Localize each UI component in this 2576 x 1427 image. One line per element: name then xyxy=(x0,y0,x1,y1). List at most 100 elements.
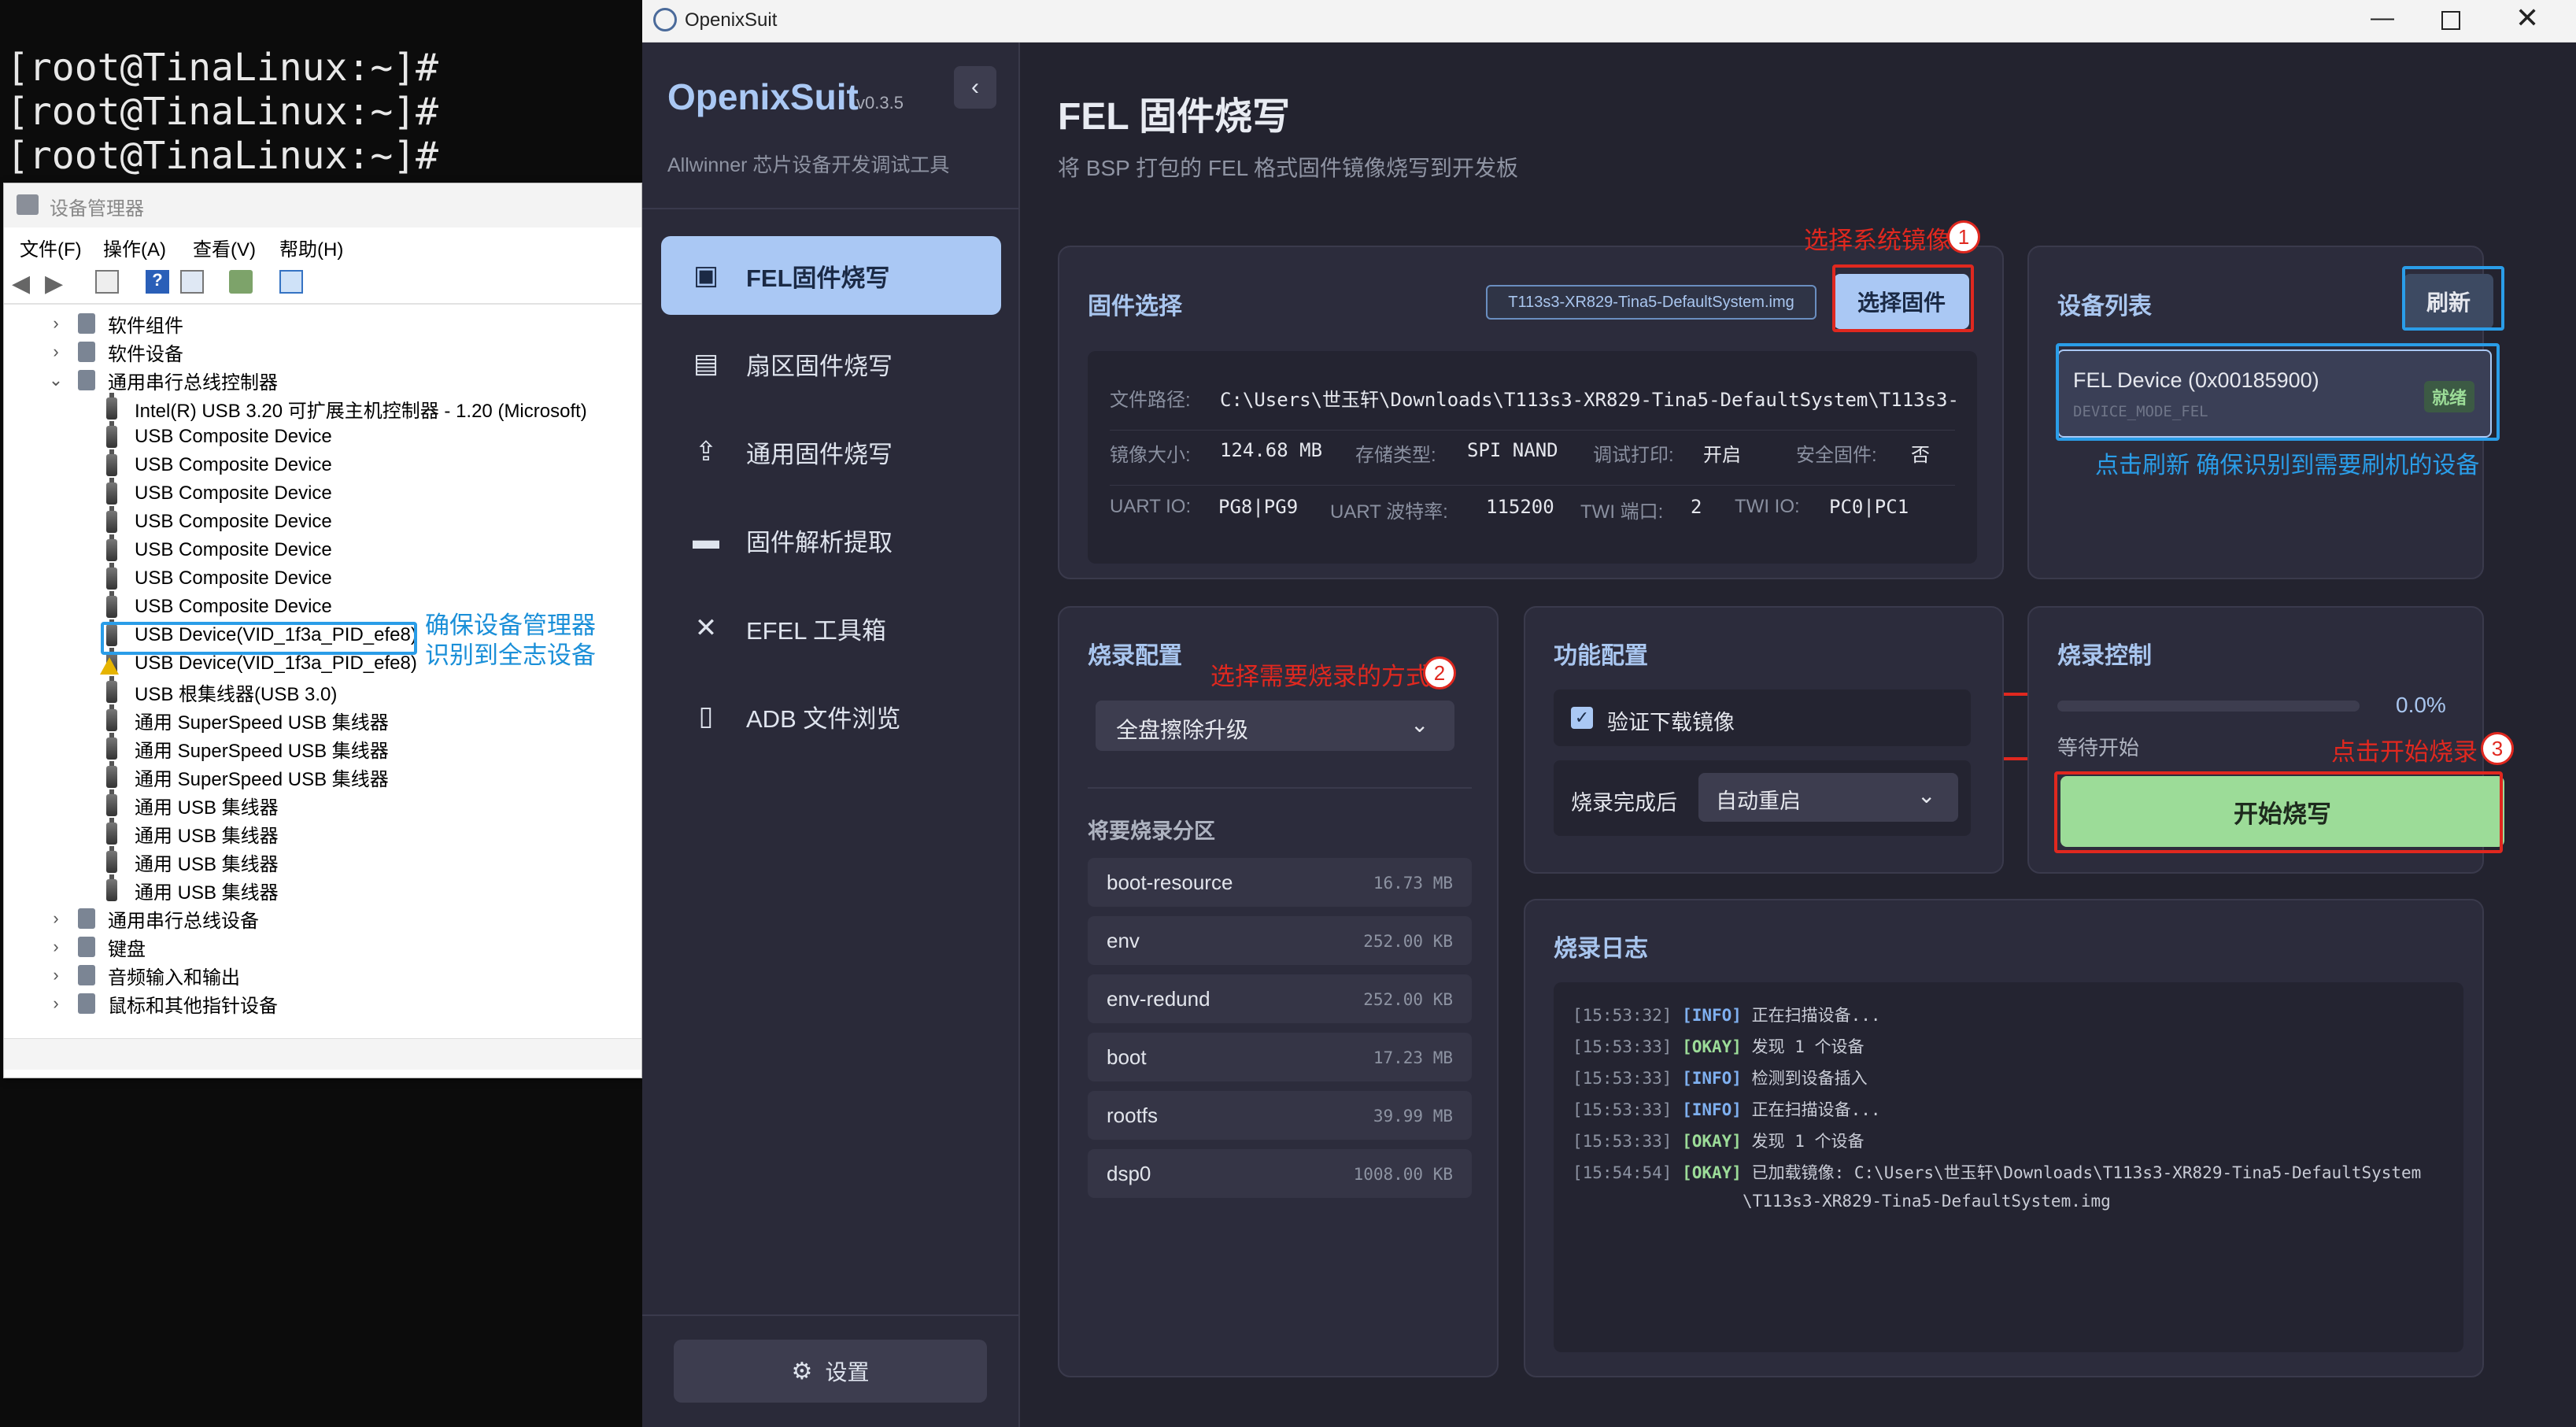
tree-item[interactable]: 通用 USB 集线器 xyxy=(106,846,279,876)
app-version: v0.3.5 xyxy=(856,93,904,113)
log-timestamp: [15:53:33] xyxy=(1573,1037,1683,1056)
tree-item[interactable]: › 软件组件 xyxy=(48,309,183,338)
partition-list: boot-resource 16.73 MB env 252.00 KB env-red… xyxy=(1088,858,1472,1204)
minimize-icon[interactable]: — xyxy=(2371,5,2394,31)
monitor-icon[interactable] xyxy=(279,270,303,294)
partition-name: env-redund xyxy=(1107,987,1210,1011)
nav-item[interactable]: ▬ 固件解析提取 xyxy=(661,501,1001,579)
chevron-right-icon[interactable]: › xyxy=(48,965,64,985)
tree-item[interactable]: 通用 USB 集线器 xyxy=(106,818,279,848)
device-highlight-box xyxy=(101,622,417,655)
refresh-annotation: 点击刷新 确保识别到需要刷机的设备 xyxy=(2095,453,2480,479)
window-titlebar[interactable]: OpenixSuit — ✕ xyxy=(642,0,2576,43)
menu-view[interactable]: 查看(V) xyxy=(193,234,256,261)
menu-action[interactable]: 操作(A) xyxy=(103,234,166,261)
tree-item-label: 鼠标和其他指针设备 xyxy=(108,995,278,1017)
log-line: [15:53:33] [OKAY] 发现 1 个设备 xyxy=(1573,1034,1865,1058)
log-timestamp: [15:54:54] xyxy=(1573,1163,1683,1182)
device-category-icon xyxy=(78,965,95,985)
device-highlight-box xyxy=(2056,343,2500,441)
collapse-sidebar-button[interactable]: ‹ xyxy=(954,66,996,109)
step-number-badge: 3 xyxy=(2481,732,2514,765)
menu-help[interactable]: 帮助(H) xyxy=(279,234,343,261)
tree-item[interactable]: USB Composite Device xyxy=(106,591,332,621)
scan-hardware-icon[interactable] xyxy=(229,270,253,294)
menu-file[interactable]: 文件(F) xyxy=(20,234,82,261)
tree-item[interactable]: USB Composite Device xyxy=(106,478,332,508)
tree-item[interactable]: USB Composite Device xyxy=(106,506,332,536)
sidebar-divider xyxy=(642,1314,1018,1316)
chevron-down-icon[interactable]: ⌄ xyxy=(48,370,64,390)
device-category-icon xyxy=(78,342,95,362)
properties-icon[interactable] xyxy=(95,270,119,294)
tree-item[interactable]: USB 根集线器(USB 3.0) xyxy=(106,676,337,706)
tree-item[interactable]: › 音频输入和输出 xyxy=(48,961,240,989)
window-title: OpenixSuit xyxy=(685,9,778,31)
tools-icon: ✕ xyxy=(694,613,718,643)
storage-value: SPI NAND xyxy=(1467,439,1558,461)
tree-item[interactable]: USB Composite Device xyxy=(106,534,332,564)
tree-item-label: 通用 SuperSpeed USB 集线器 xyxy=(135,712,389,734)
nav-item[interactable]: ▤ 扇区固件烧写 xyxy=(661,324,1001,403)
device-category-icon xyxy=(78,313,95,334)
tree-item[interactable]: › 鼠标和其他指针设备 xyxy=(48,989,278,1018)
tree-item[interactable]: 通用 SuperSpeed USB 集线器 xyxy=(106,733,389,763)
chevron-right-icon[interactable]: › xyxy=(48,937,64,957)
log-tag: [OKAY] xyxy=(1682,1037,1752,1056)
partition-name: rootfs xyxy=(1107,1104,1159,1127)
log-line: [15:53:33] [OKAY] 发现 1 个设备 xyxy=(1573,1129,1865,1152)
log-line: [15:53:33] [INFO] 检测到设备插入 xyxy=(1573,1066,1868,1089)
after-flash-select[interactable]: 自动重启 ⌄ xyxy=(1698,773,1958,822)
settings-button[interactable]: ⚙ 设置 xyxy=(674,1340,987,1403)
back-arrow-icon[interactable]: ◀ xyxy=(12,270,35,297)
after-flash-option: 烧录完成后 自动重启 ⌄ xyxy=(1554,760,1971,836)
device-manager-titlebar[interactable]: 设备管理器 xyxy=(4,183,641,227)
nav-item[interactable]: ⇪ 通用固件烧写 xyxy=(661,412,1001,491)
size-value: 124.68 MB xyxy=(1220,439,1323,461)
nav-item[interactable]: ▣ FEL固件烧写 xyxy=(661,236,1001,315)
tree-item[interactable]: ⌄ 通用串行总线控制器 xyxy=(48,366,278,394)
nav-item[interactable]: ▯ ADB 文件浏览 xyxy=(661,677,1001,756)
tree-item[interactable]: Intel(R) USB 3.20 可扩展主机控制器 - 1.20 (Micro… xyxy=(106,393,587,423)
maximize-icon[interactable] xyxy=(2441,11,2460,30)
partition-size: 17.23 MB xyxy=(1373,1048,1453,1067)
secure-label: 安全固件: xyxy=(1796,445,1877,466)
checkbox-checked-icon[interactable]: ✓ xyxy=(1571,707,1593,729)
tree-item[interactable]: 通用 USB 集线器 xyxy=(106,789,279,819)
usb-icon xyxy=(106,478,117,505)
usb-icon xyxy=(106,676,117,703)
path-label: 文件路径: xyxy=(1110,390,1191,411)
tree-item[interactable]: USB Composite Device xyxy=(106,421,332,451)
verify-option[interactable]: ✓ 验证下载镜像 xyxy=(1554,689,1971,746)
twi-io-value: PC0|PC1 xyxy=(1829,496,1909,518)
usb-icon xyxy=(106,591,117,618)
tree-item[interactable]: USB Composite Device xyxy=(106,563,332,593)
chevron-right-icon[interactable]: › xyxy=(48,342,64,362)
forward-arrow-icon[interactable]: ▶ xyxy=(45,270,68,297)
tree-item[interactable]: › 通用串行总线设备 xyxy=(48,904,259,933)
tree-item[interactable]: › 键盘 xyxy=(48,933,146,961)
tree-item[interactable]: 通用 USB 集线器 xyxy=(106,874,279,904)
log-output[interactable]: [15:53:32] [INFO] 正在扫描设备... [15:53:33] [O… xyxy=(1554,982,2463,1352)
verify-label: 验证下载镜像 xyxy=(1607,711,1735,734)
toolbar-divider xyxy=(4,303,641,305)
baud-value: 115200 xyxy=(1486,496,1554,518)
view-icon[interactable] xyxy=(180,270,204,294)
log-timestamp: [15:53:33] xyxy=(1573,1132,1683,1151)
close-icon[interactable]: ✕ xyxy=(2515,2,2539,35)
debug-value: 开启 xyxy=(1703,444,1741,466)
tree-item[interactable]: 通用 SuperSpeed USB 集线器 xyxy=(106,704,389,734)
flash-mode-select[interactable]: 全盘擦除升级 ⌄ xyxy=(1096,701,1454,751)
help-icon[interactable]: ? xyxy=(146,270,169,294)
nav-item[interactable]: ✕ EFEL 工具箱 xyxy=(661,589,1001,667)
chevron-right-icon[interactable]: › xyxy=(48,313,64,334)
chevron-right-icon[interactable]: › xyxy=(48,908,64,929)
tree-item[interactable]: USB Composite Device xyxy=(106,449,332,479)
tree-item[interactable]: 通用 SuperSpeed USB 集线器 xyxy=(106,761,389,791)
chevron-left-icon: ‹ xyxy=(971,74,979,100)
device-category-icon xyxy=(78,937,95,957)
after-flash-value: 自动重启 xyxy=(1716,789,1801,813)
partition-row: boot 17.23 MB xyxy=(1088,1033,1472,1081)
tree-item[interactable]: › 软件设备 xyxy=(48,338,183,366)
chevron-right-icon[interactable]: › xyxy=(48,993,64,1014)
